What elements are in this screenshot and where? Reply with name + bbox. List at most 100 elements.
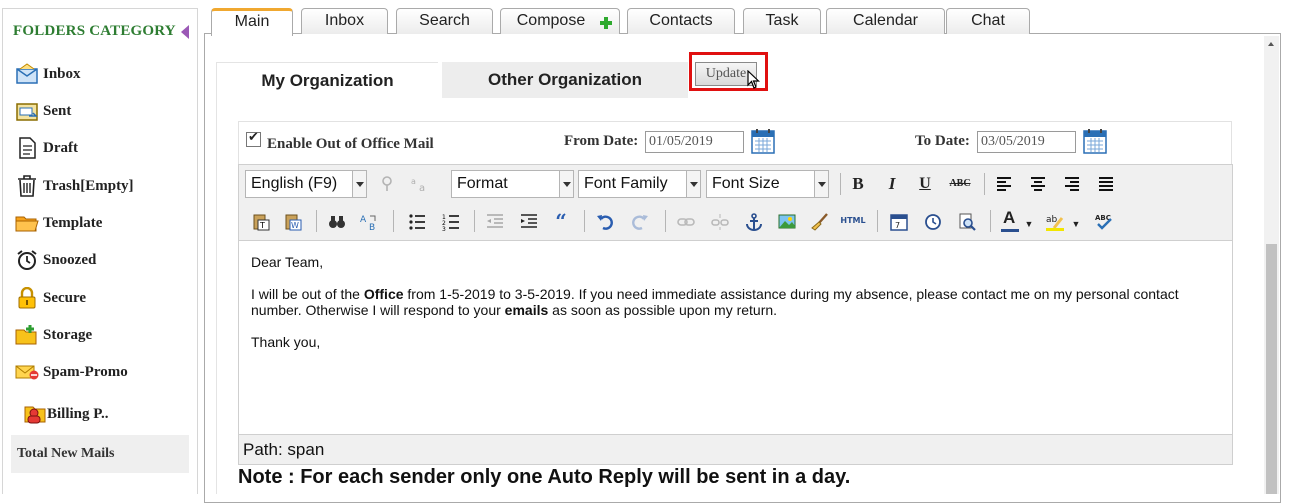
message-paragraph: I will be out of the Office from 1-5-201…	[251, 286, 1179, 318]
chevron-down-icon	[814, 171, 828, 197]
storage-folder-icon	[15, 324, 39, 346]
blockquote-icon[interactable]: “	[550, 210, 572, 232]
unlink-icon[interactable]	[708, 210, 730, 232]
tab-my-organization[interactable]: My Organization	[216, 62, 438, 98]
tab-other-organization[interactable]: Other Organization	[442, 62, 688, 98]
enable-out-of-office-label: Enable Out of Office Mail	[267, 136, 434, 152]
spellcheck-icon[interactable]	[376, 173, 398, 195]
collapse-arrow-icon[interactable]	[181, 25, 189, 39]
tab-main[interactable]: Main	[211, 8, 293, 36]
replace-icon[interactable]: AB	[357, 210, 379, 232]
editor-content[interactable]: Dear Team, I will be out of the Office f…	[251, 254, 1221, 366]
find-icon[interactable]	[325, 210, 347, 232]
align-left-icon[interactable]	[993, 173, 1015, 195]
toolbar-separator	[984, 173, 985, 195]
trash-icon	[15, 175, 39, 197]
toolbar-separator	[316, 210, 317, 232]
from-date-input[interactable]	[645, 131, 744, 153]
spam-icon	[15, 361, 39, 383]
scrollbar-thumb[interactable]	[1266, 244, 1277, 494]
transliterate-icon[interactable]: aa	[408, 173, 430, 195]
background-color-dropdown-icon[interactable]: ▼	[1070, 213, 1082, 235]
billing-icon	[23, 403, 47, 425]
svg-text:B: B	[369, 223, 375, 231]
tab-task[interactable]: Task	[743, 8, 821, 34]
svg-text:3: 3	[442, 226, 446, 231]
lock-icon	[15, 286, 39, 309]
tab-chat[interactable]: Chat	[946, 8, 1030, 34]
tab-compose[interactable]: Compose	[500, 8, 620, 34]
outdent-icon[interactable]	[483, 210, 505, 232]
bullet-list-icon[interactable]	[405, 210, 427, 232]
tab-search[interactable]: Search	[396, 8, 493, 34]
link-icon[interactable]	[674, 210, 696, 232]
sidebar-item-sent[interactable]: Sent	[15, 99, 71, 123]
tab-inbox[interactable]: Inbox	[301, 8, 388, 34]
tab-contacts[interactable]: Contacts	[627, 8, 735, 34]
mouse-cursor-icon	[747, 69, 761, 90]
insert-time-icon[interactable]	[921, 210, 943, 232]
sent-icon	[15, 100, 39, 122]
toolbar-separator	[393, 210, 394, 232]
toolbar-separator	[474, 210, 475, 232]
anchor-icon[interactable]	[742, 210, 764, 232]
toolbar-separator	[665, 210, 666, 232]
language-select[interactable]: English (F9)	[245, 170, 367, 198]
format-select[interactable]: Format	[451, 170, 574, 198]
folders-sidebar: FOLDERS CATEGORY Inbox Sent Draft Trash[…	[2, 8, 198, 494]
text-color-dropdown-icon[interactable]: ▼	[1023, 213, 1035, 235]
align-right-icon[interactable]	[1061, 173, 1083, 195]
message-greeting: Dear Team,	[251, 254, 324, 270]
html-source-icon[interactable]: HTML	[838, 210, 868, 232]
svg-text:a: a	[419, 183, 425, 192]
toolbar-separator	[840, 173, 841, 195]
chevron-down-icon	[352, 171, 366, 197]
sidebar-item-trash[interactable]: Trash[Empty]	[15, 174, 134, 198]
preview-icon[interactable]	[955, 210, 977, 232]
spell-check-abc-icon[interactable]: ABC	[1092, 210, 1114, 232]
italic-icon[interactable]: I	[881, 173, 903, 195]
align-center-icon[interactable]	[1027, 173, 1049, 195]
toolbar-separator	[877, 210, 878, 232]
from-date-calendar-icon[interactable]	[751, 128, 775, 154]
insert-date-icon[interactable]: 7	[887, 210, 909, 232]
sidebar-item-draft[interactable]: Draft	[15, 136, 78, 160]
sidebar-item-inbox[interactable]: Inbox	[15, 62, 81, 86]
underline-icon[interactable]: U	[914, 173, 936, 195]
sidebar-item-storage[interactable]: Storage	[15, 323, 92, 347]
cleanup-brush-icon[interactable]	[808, 210, 830, 232]
sidebar-item-billing[interactable]: Billing P..	[23, 402, 109, 426]
plus-icon	[599, 14, 613, 29]
to-date-calendar-icon[interactable]	[1083, 128, 1107, 154]
scroll-up-arrow-icon[interactable]	[1264, 38, 1279, 52]
numbered-list-icon[interactable]: 123	[439, 210, 461, 232]
sidebar-item-secure[interactable]: Secure	[15, 286, 86, 310]
message-closing: Thank you,	[251, 334, 321, 350]
redo-icon[interactable]	[628, 210, 650, 232]
indent-icon[interactable]	[517, 210, 539, 232]
enable-out-of-office-checkbox[interactable]	[246, 130, 261, 147]
tab-calendar[interactable]: Calendar	[826, 8, 945, 34]
editor-path-bar: Path: span	[239, 434, 1232, 464]
svg-text:7: 7	[895, 221, 900, 230]
toolbar-separator	[990, 210, 991, 232]
sidebar-item-template[interactable]: Template	[15, 211, 102, 235]
font-size-select[interactable]: Font Size	[706, 170, 829, 198]
alarm-clock-icon	[15, 249, 39, 271]
insert-image-icon[interactable]	[775, 210, 797, 232]
sidebar-item-snoozed[interactable]: Snoozed	[15, 248, 96, 272]
font-family-select[interactable]: Font Family	[578, 170, 701, 198]
bold-icon[interactable]: B	[847, 173, 869, 195]
align-justify-icon[interactable]	[1095, 173, 1117, 195]
to-date-input[interactable]	[977, 131, 1076, 153]
paste-text-icon[interactable]: T	[249, 210, 271, 232]
auto-reply-note: Note : For each sender only one Auto Rep…	[238, 466, 851, 488]
chevron-down-icon	[559, 171, 573, 197]
undo-icon[interactable]	[593, 210, 615, 232]
sidebar-item-spam-promo[interactable]: Spam-Promo	[15, 360, 128, 384]
inbox-icon	[15, 63, 39, 85]
background-color-icon[interactable]: ab	[1043, 210, 1065, 232]
paste-word-icon[interactable]: W	[281, 210, 303, 232]
strikethrough-icon[interactable]: ABC	[947, 173, 973, 195]
text-color-icon[interactable]: A	[999, 208, 1021, 232]
